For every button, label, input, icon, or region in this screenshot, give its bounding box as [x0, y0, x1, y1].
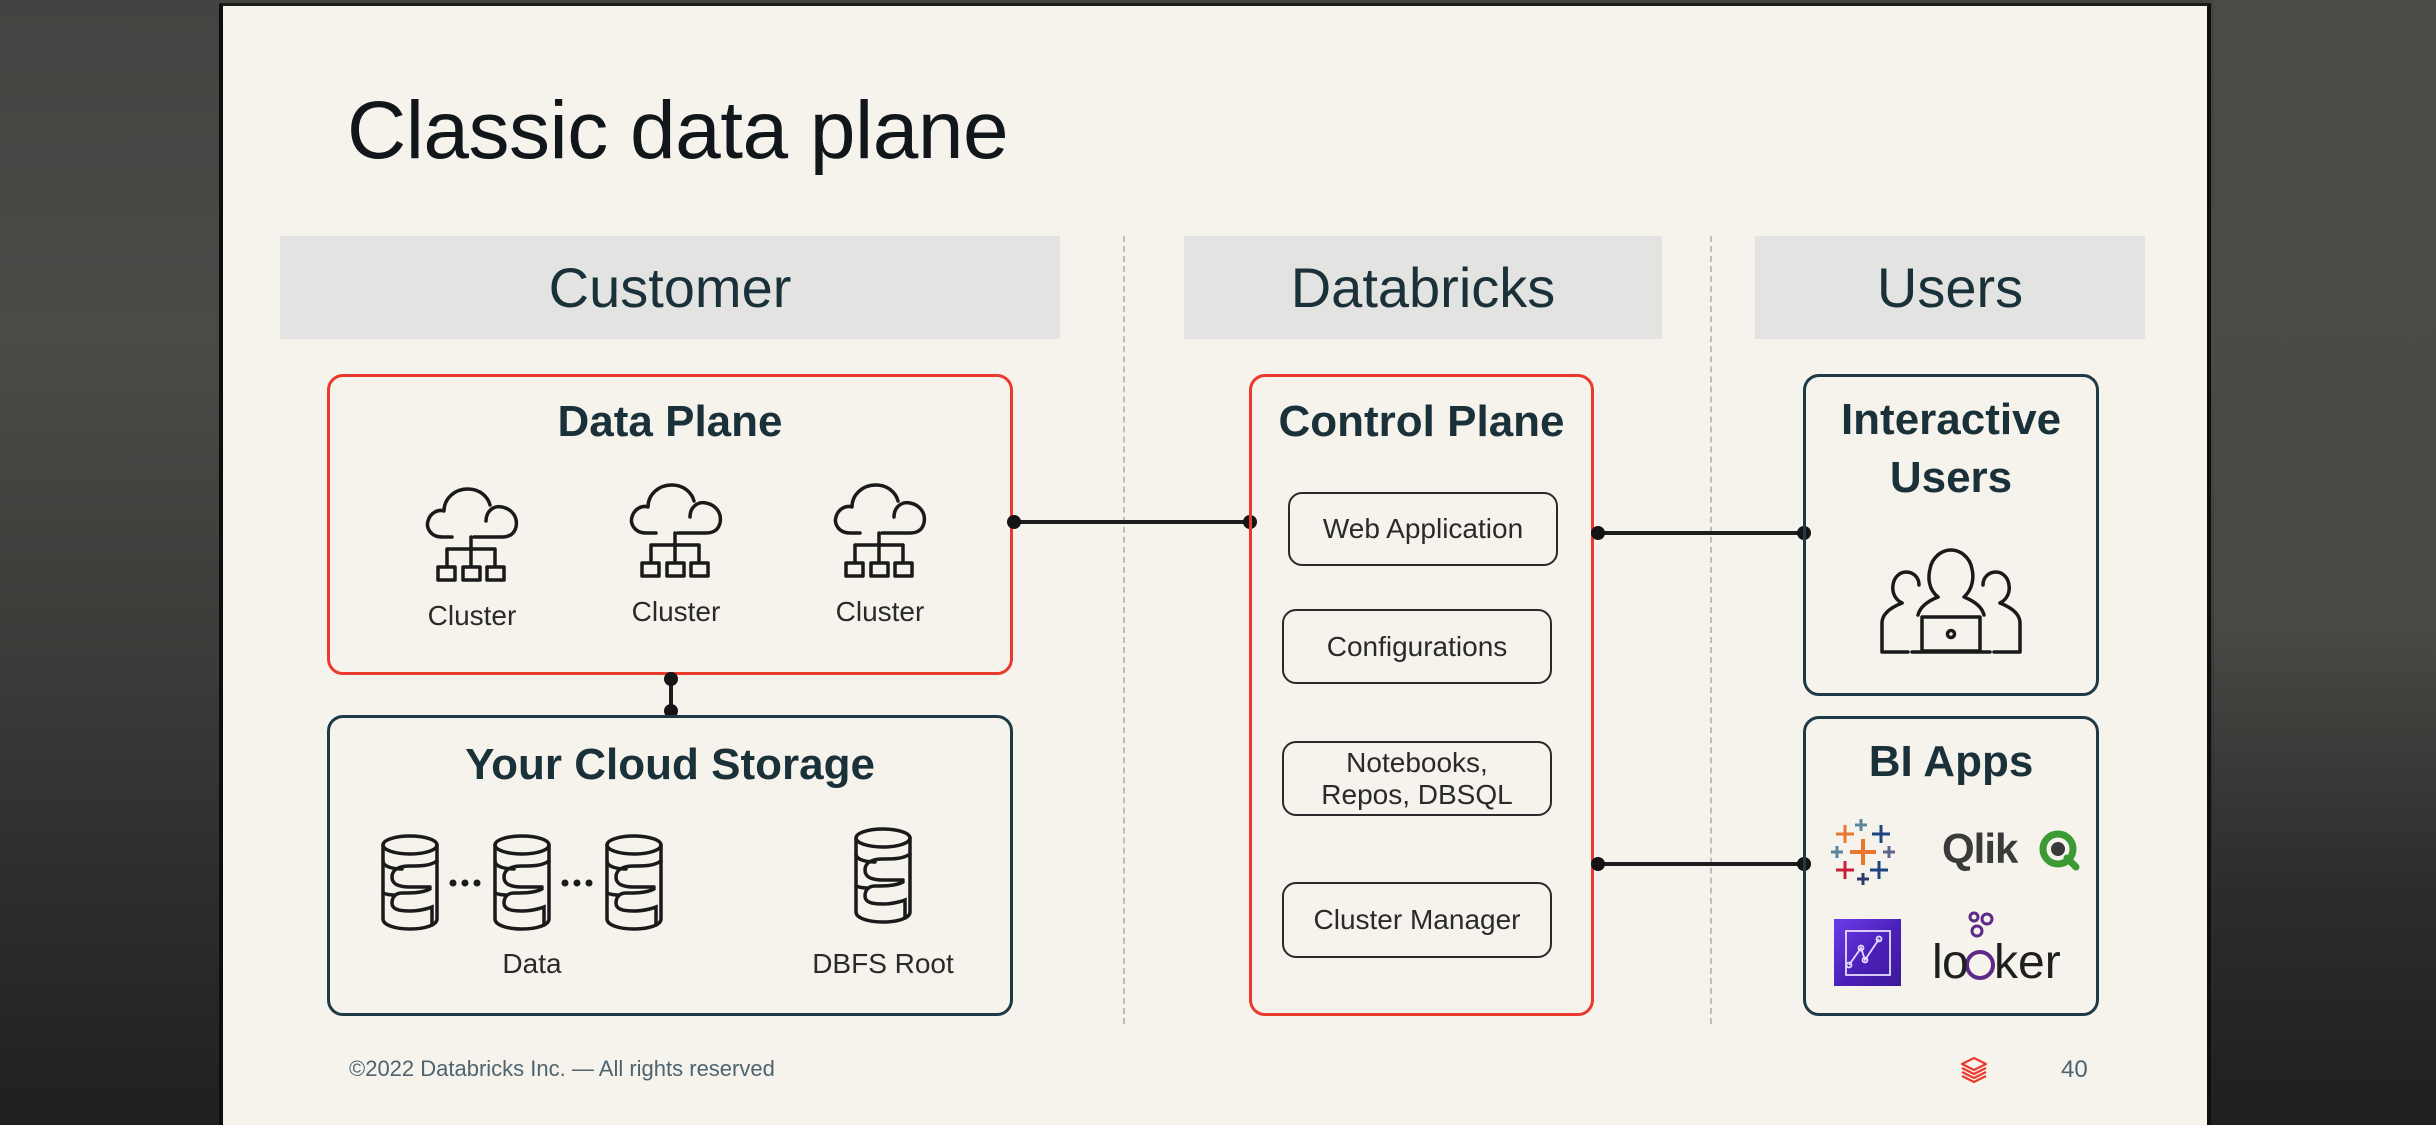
connector-dot — [1591, 857, 1605, 871]
users-laptop-icon — [1880, 548, 2022, 654]
qlik-q-icon — [2039, 830, 2080, 871]
control-plane-item-configurations: Configurations — [1282, 609, 1552, 684]
interactive-users-title-line1: Interactive — [1840, 395, 2062, 444]
footer-copyright: ©2022 Databricks Inc. — All rights reser… — [349, 1056, 775, 1081]
connector-controlplane-bi-apps — [1597, 862, 1807, 866]
control-plane-box: Control Plane Web Application Configurat… — [1249, 374, 1594, 1016]
data-label: Data — [502, 948, 562, 979]
interactive-users-box: Interactive Users — [1803, 374, 2099, 696]
cluster-item: Cluster — [422, 485, 522, 632]
data-plane-box: Data Plane Cluster Cluster Cluster — [327, 374, 1013, 675]
dbfs-root-label: DBFS Root — [812, 948, 954, 979]
bi-apps-box: BI Apps Qlik l o ker — [1803, 716, 2099, 1016]
column-divider-left — [1123, 236, 1125, 1024]
interactive-users-title-line2: Users — [1889, 453, 2013, 502]
cloud-storage-box: Your Cloud Storage Data DBFS Root — [327, 715, 1013, 1016]
cloud-cluster-icon — [833, 483, 927, 578]
dbfs-root-database-icon — [854, 827, 912, 924]
connector-dot — [1007, 515, 1021, 529]
cloud-cluster-icon — [629, 483, 723, 578]
cloud-storage-title: Your Cloud Storage — [465, 740, 875, 789]
cluster-label: Cluster — [835, 596, 925, 627]
connector-dataplane-controlplane — [1013, 520, 1252, 524]
control-plane-item-web-application: Web Application — [1288, 492, 1558, 566]
cluster-label: Cluster — [427, 600, 517, 631]
column-header-customer: Customer — [280, 236, 1060, 339]
looker-logo: l o ker — [1932, 907, 2082, 997]
page-number: 40 — [2061, 1056, 2088, 1083]
control-plane-title: Control Plane — [1278, 397, 1565, 446]
connector-controlplane-interactive-users — [1597, 531, 1807, 535]
qlik-logo-text: Qlik — [1942, 825, 2018, 872]
bi-apps-title: BI Apps — [1868, 737, 2034, 786]
data-plane-title: Data Plane — [557, 397, 783, 446]
databricks-logo-icon — [1960, 1056, 1988, 1084]
cloud-cluster-icon — [425, 487, 519, 582]
background-right — [2214, 0, 2436, 1125]
tableau-logo-icon — [1831, 819, 1895, 885]
connector-dot — [664, 672, 678, 686]
slide-title: Classic data plane — [347, 85, 1009, 176]
cluster-item: Cluster — [830, 481, 930, 628]
quicksight-logo — [1834, 919, 1901, 986]
quicksight-chart-icon — [1845, 930, 1891, 976]
data-databases-icon — [381, 834, 663, 931]
control-plane-item-notebooks-repos-dbsql: Notebooks, Repos, DBSQL — [1282, 741, 1552, 816]
column-header-users: Users — [1755, 236, 2145, 339]
connector-dot — [1591, 526, 1605, 540]
slide: Classic data plane Customer Databricks U… — [219, 3, 2211, 1125]
looker-logo-icon: l o ker — [1932, 911, 2061, 989]
cluster-item: Cluster — [626, 481, 726, 628]
control-plane-item-cluster-manager: Cluster Manager — [1282, 882, 1552, 958]
qlik-logo: Qlik — [1942, 825, 2082, 873]
looker-o: o — [1942, 936, 1969, 989]
column-divider-right — [1710, 236, 1712, 1024]
column-header-databricks: Databricks — [1184, 236, 1662, 339]
looker-ker: ker — [1994, 936, 2061, 989]
cluster-label: Cluster — [631, 596, 721, 627]
